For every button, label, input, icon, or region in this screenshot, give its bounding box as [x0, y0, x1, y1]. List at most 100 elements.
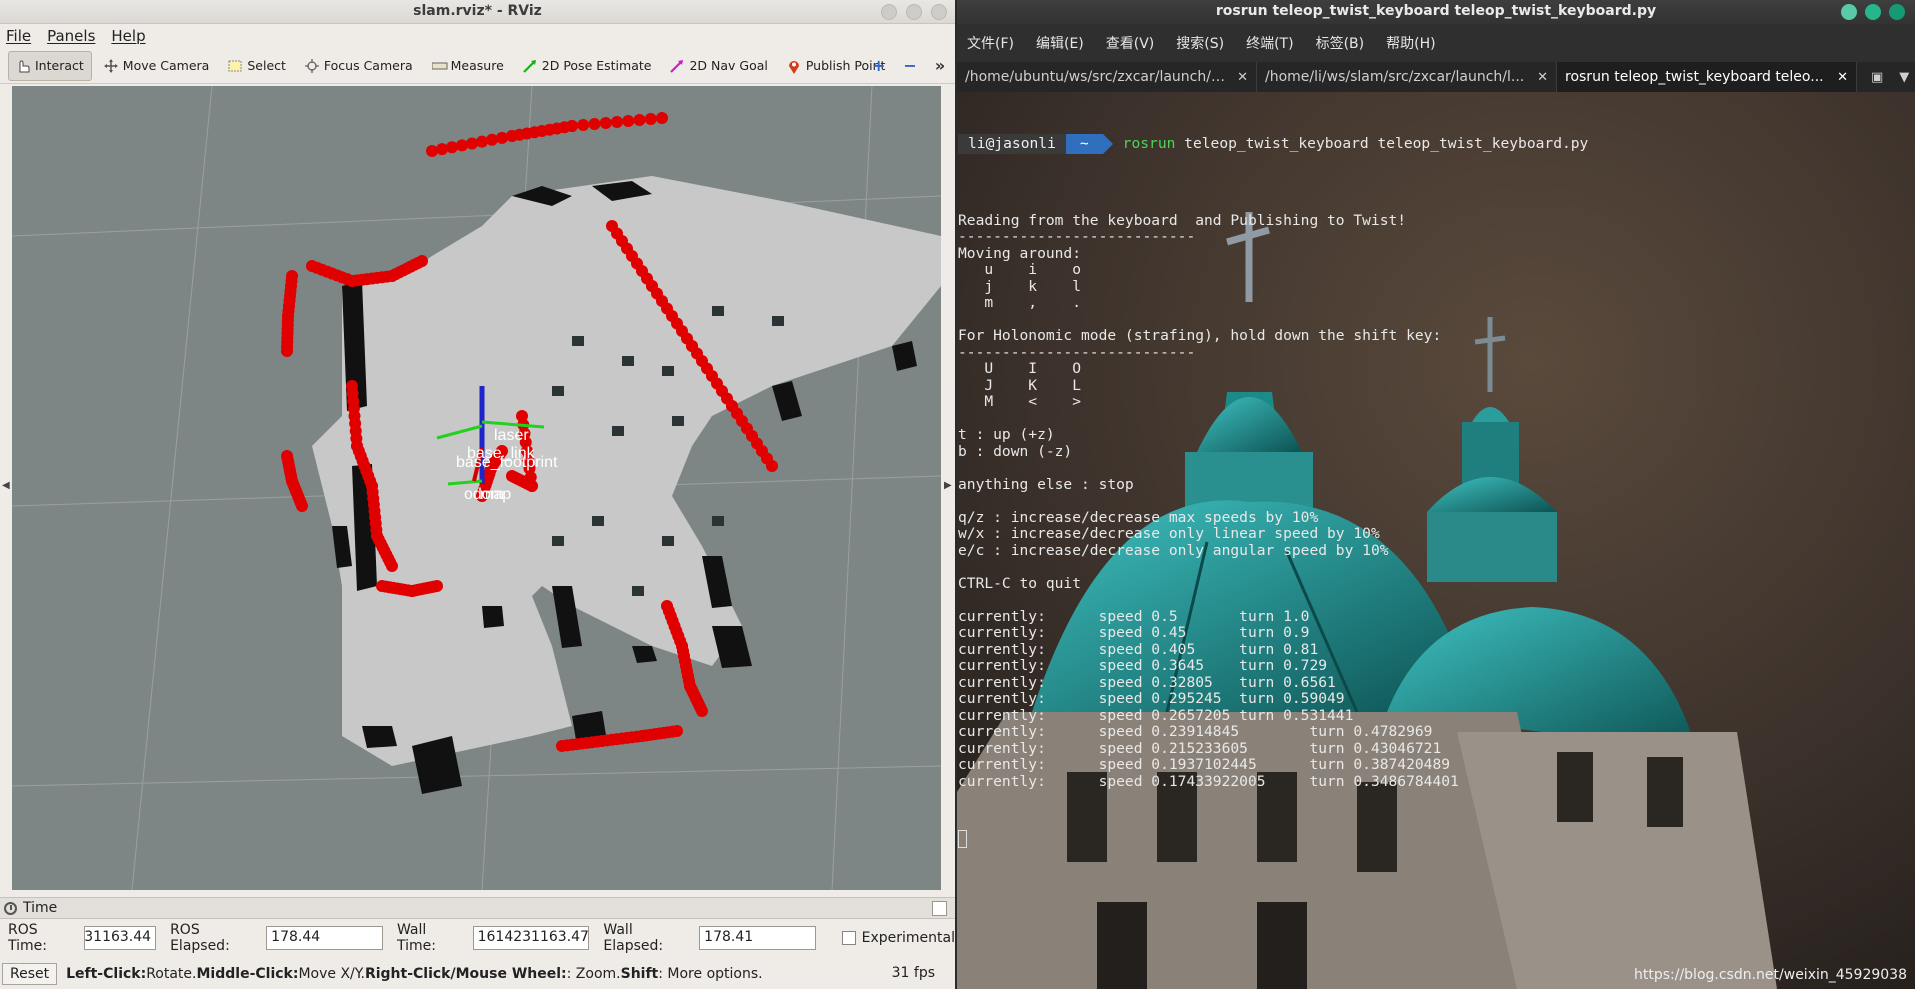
tab-label: rosrun teleop_twist_keyboard teleo...	[1565, 69, 1824, 85]
minimize-button[interactable]	[881, 4, 897, 20]
menu-edit[interactable]: 编辑(E)	[1036, 33, 1084, 53]
terminal-line: currently: speed 0.405 turn 0.81	[958, 640, 1319, 658]
close-tab-icon[interactable]: ✕	[1537, 70, 1548, 85]
fps-readout: 31 fps	[891, 965, 935, 981]
prompt-user: li@jasonli	[958, 134, 1066, 155]
prompt-args: teleop_twist_keyboard teleop_twist_keybo…	[1175, 135, 1589, 153]
tool-2d-nav-goal[interactable]: 2D Nav Goal	[663, 51, 774, 81]
tool-focus-camera[interactable]: Focus Camera	[298, 51, 420, 81]
terminal-menubar: 文件(F) 编辑(E) 查看(V) 搜索(S) 终端(T) 标签(B) 帮助(H…	[957, 24, 1915, 62]
tf-label-map: map	[480, 486, 511, 503]
menu-panels[interactable]: Panels	[47, 27, 95, 45]
menu-tabs[interactable]: 标签(B)	[1316, 33, 1365, 53]
menu-help[interactable]: Help	[111, 27, 145, 45]
minimize-button[interactable]	[1841, 4, 1857, 20]
terminal-line: currently: speed 0.5 turn 1.0	[958, 607, 1310, 625]
experimental-label: Experimental	[861, 930, 955, 946]
close-tab-icon[interactable]: ✕	[1837, 70, 1848, 85]
prompt-command: rosrun	[1122, 135, 1176, 153]
rviz-statusbar: Reset Left-Click: Rotate. Middle-Click: …	[0, 958, 955, 989]
left-panel-toggle-icon[interactable]: ◀	[2, 480, 10, 491]
tool-2d-pose-estimate[interactable]: 2D Pose Estimate	[516, 51, 659, 81]
occupancy-map-render: laser base_link base_footprint odom map	[12, 86, 941, 890]
hint-shift-desc: : More options.	[658, 965, 763, 982]
terminal-line: b : down (-z)	[958, 442, 1073, 460]
ros-time-label: ROS Time:	[8, 922, 47, 954]
terminal-tab-1[interactable]: /home/ubuntu/ws/src/zxcar/launch/l... ✕	[957, 62, 1257, 92]
maximize-button[interactable]	[906, 4, 922, 20]
remove-tool-button[interactable]: −	[903, 56, 916, 75]
menu-search[interactable]: 搜索(S)	[1176, 33, 1224, 53]
wall-time-field[interactable]: 1614231163.47	[472, 926, 590, 950]
time-panel-title: Time	[23, 900, 58, 916]
menu-help[interactable]: 帮助(H)	[1386, 33, 1435, 53]
terminal-line: e/c : increase/decrease only angular spe…	[958, 541, 1389, 559]
reset-button[interactable]: Reset	[2, 962, 58, 985]
ros-time-field[interactable]: 231163.44	[83, 926, 157, 950]
terminal-line: J K L	[958, 376, 1082, 394]
terminal-tab-3[interactable]: rosrun teleop_twist_keyboard teleo... ✕	[1557, 62, 1857, 92]
tool-label: Select	[247, 58, 286, 73]
tool-label: 2D Nav Goal	[689, 58, 768, 73]
rviz-titlebar[interactable]: slam.rviz* - RViz	[0, 0, 955, 24]
interact-icon	[16, 59, 30, 73]
tool-select[interactable]: Select	[221, 51, 293, 81]
terminal-line: q/z : increase/decrease max speeds by 10…	[958, 508, 1319, 526]
terminal-line: CTRL-C to quit	[958, 574, 1082, 592]
close-tab-icon[interactable]: ✕	[1237, 70, 1248, 85]
terminal-line: For Holonomic mode (strafing), hold down…	[958, 327, 1442, 345]
add-tool-button[interactable]: +	[872, 56, 885, 75]
terminal-window-title: rosrun teleop_twist_keyboard teleop_twis…	[1215, 3, 1657, 19]
hint-left-click: Left-Click:	[66, 965, 147, 982]
tool-interact[interactable]: Interact	[8, 50, 92, 81]
close-button[interactable]	[1889, 4, 1905, 20]
tab-menu-chevron-down-icon[interactable]: ▼	[1899, 70, 1909, 85]
menu-file[interactable]: File	[6, 27, 31, 45]
wall-elapsed-label: Wall Elapsed:	[603, 922, 664, 954]
more-tools-button[interactable]: »	[935, 56, 945, 75]
hint-right-click: Right-Click/Mouse Wheel:	[364, 965, 567, 982]
select-icon	[228, 59, 242, 73]
terminal-titlebar[interactable]: rosrun teleop_twist_keyboard teleop_twis…	[957, 0, 1915, 24]
new-tab-icon[interactable]: ▣	[1871, 70, 1883, 85]
maximize-button[interactable]	[1865, 4, 1881, 20]
menu-view[interactable]: 查看(V)	[1106, 33, 1155, 53]
tab-label: /home/ubuntu/ws/src/zxcar/launch/l...	[965, 69, 1225, 85]
rviz-3d-view[interactable]: laser base_link base_footprint odom map	[12, 86, 941, 890]
tf-label-base-footprint: base_footprint	[456, 454, 558, 471]
tab-label: /home/li/ws/slam/src/zxcar/launch/l...	[1265, 69, 1525, 85]
tool-move-camera[interactable]: Move Camera	[97, 51, 217, 81]
hint-middle-click-desc: Move X/Y.	[298, 965, 365, 982]
measure-icon	[431, 59, 448, 73]
time-panel: ROS Time: 231163.44 ROS Elapsed: 178.44 …	[0, 922, 955, 954]
wall-elapsed-field[interactable]: 178.41	[699, 926, 816, 950]
experimental-checkbox[interactable]	[841, 931, 856, 945]
tool-label: Focus Camera	[323, 58, 413, 73]
terminal-line: currently: speed 0.17433922005 turn 0.34…	[958, 772, 1459, 790]
rviz-window: slam.rviz* - RViz File Panels Help Inter…	[0, 0, 955, 989]
tool-measure[interactable]: Measure	[425, 51, 511, 81]
time-panel-header: Time	[0, 897, 955, 919]
menu-terminal[interactable]: 终端(T)	[1246, 33, 1293, 53]
watermark-text: https://blog.csdn.net/weixin_45929038	[1633, 967, 1907, 983]
ros-elapsed-field[interactable]: 178.44	[266, 926, 383, 950]
terminal-line: ---------------------------	[958, 228, 1196, 246]
right-panel-toggle-icon[interactable]: ▶	[944, 480, 952, 491]
tool-label: Measure	[450, 58, 504, 73]
panel-float-button[interactable]	[932, 901, 947, 916]
focus-camera-icon	[304, 58, 319, 73]
terminal-tabbar: /home/ubuntu/ws/src/zxcar/launch/l... ✕ …	[957, 62, 1915, 92]
rviz-menubar: File Panels Help	[0, 24, 955, 48]
close-button[interactable]	[931, 4, 947, 20]
terminal-cursor-line	[958, 829, 1588, 849]
rviz-toolbar: Interact Move Camera Select Focus Camera…	[0, 48, 955, 84]
terminal-tab-2[interactable]: /home/li/ws/slam/src/zxcar/launch/l... ✕	[1257, 62, 1557, 92]
terminal-text: li@jasonli ~ rosrun teleop_twist_keyboar…	[958, 94, 1588, 889]
terminal-output-area[interactable]: li@jasonli ~ rosrun teleop_twist_keyboar…	[957, 92, 1915, 989]
menu-file[interactable]: 文件(F)	[967, 33, 1014, 53]
